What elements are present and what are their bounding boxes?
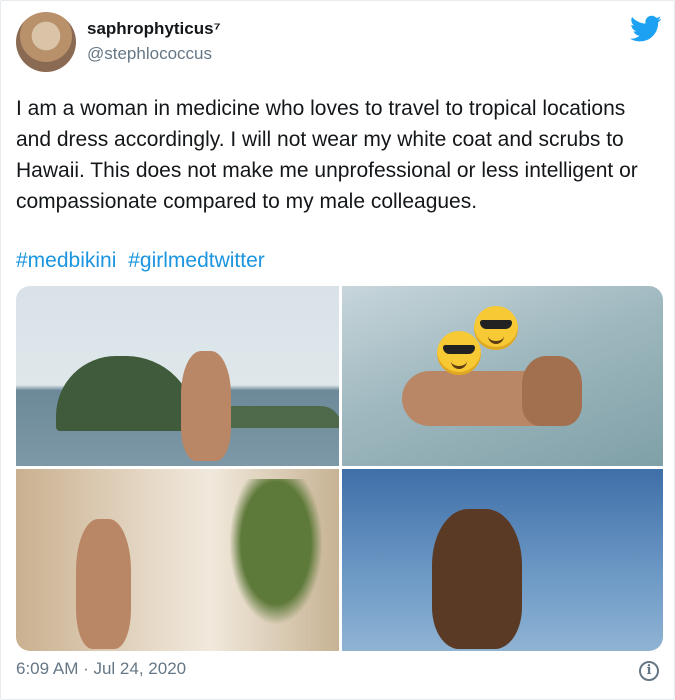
hashtag-link[interactable]: #medbikini bbox=[16, 249, 116, 272]
sunglasses-emoji-icon bbox=[437, 331, 481, 375]
photo-1[interactable] bbox=[16, 286, 339, 466]
photo-2[interactable] bbox=[342, 286, 663, 466]
author-display-name[interactable]: saphrophyticus⁷ bbox=[87, 19, 221, 39]
hashtag-link[interactable]: #girlmedtwitter bbox=[128, 249, 265, 272]
tweet-text: I am a woman in medicine who loves to tr… bbox=[16, 97, 638, 213]
person-figure bbox=[76, 519, 131, 649]
photo-4[interactable] bbox=[342, 469, 663, 651]
person-figure bbox=[522, 356, 582, 426]
info-icon[interactable]: i bbox=[639, 661, 659, 681]
photo-3[interactable] bbox=[16, 469, 339, 651]
author-handle[interactable]: @stephlococcus bbox=[87, 44, 212, 64]
person-figure bbox=[432, 509, 522, 649]
island-shape bbox=[56, 356, 196, 431]
twitter-bird-icon[interactable] bbox=[630, 15, 662, 43]
tweet-card: saphrophyticus⁷ @stephlococcus I am a wo… bbox=[0, 0, 675, 700]
hashtag-row: #medbikini #girlmedtwitter bbox=[16, 245, 271, 276]
sunglasses-emoji-icon bbox=[474, 306, 518, 350]
display-name-text: saphrophyticus⁷ bbox=[87, 19, 221, 38]
plant-shape bbox=[221, 479, 331, 639]
media-grid bbox=[16, 286, 663, 651]
avatar[interactable] bbox=[16, 12, 76, 72]
tweet-timestamp[interactable]: 6:09 AM · Jul 24, 2020 bbox=[16, 659, 186, 679]
person-figure bbox=[181, 351, 231, 461]
